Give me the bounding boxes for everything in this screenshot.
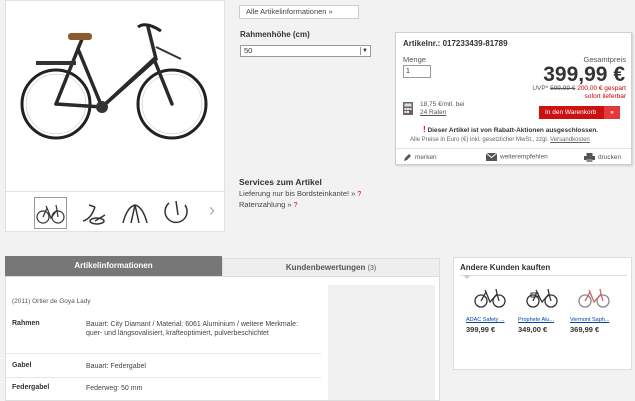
price-fine-print: Alle Preise in Euro (€) inkl. gesetzlich…: [410, 137, 590, 143]
spec-key: Rahmen: [12, 320, 40, 327]
article-info-panel: (2011) Ortler de Goya Lady Rahmen Bauart…: [5, 276, 440, 401]
help-icon[interactable]: ?: [294, 202, 298, 209]
recommended-product[interactable]: ADAC Safety ... 399,99 €: [466, 286, 514, 334]
thumbnail-4[interactable]: [161, 197, 194, 229]
section-pointer: [463, 275, 471, 279]
tab-reviews[interactable]: Kundenbewertungen (3): [222, 258, 440, 276]
quantity-label: Menge: [403, 55, 426, 64]
remember-action[interactable]: merken: [403, 153, 437, 162]
divider: [460, 275, 627, 276]
also-bought-panel: Andere Kunden kauften ADAC Safety ... 39…: [453, 257, 632, 370]
printer-icon: [584, 153, 595, 162]
uvp-line: UVP* 599,99 € 200,00 € gespart: [532, 85, 626, 92]
services-title: Services zum Artikel: [239, 177, 322, 187]
exclamation-icon: !: [423, 125, 426, 134]
frame-size-select[interactable]: 50 ▼: [240, 45, 371, 57]
review-count: (3): [367, 265, 377, 272]
product-image: [526, 288, 558, 308]
thumbnail-3[interactable]: [119, 197, 152, 229]
thumbnail-strip: ›: [6, 191, 226, 232]
spec-row: Federgabel Federweg: 50 mm: [6, 384, 321, 400]
frame-size-value: 50: [244, 46, 253, 55]
recommend-action[interactable]: weiterempfehlen: [485, 152, 548, 161]
all-info-button[interactable]: Alle Artikelinformationen »: [239, 5, 359, 19]
product-image: [474, 288, 506, 308]
service-installment-link[interactable]: Ratenzahlung » ?: [239, 200, 298, 209]
shipping-costs-link[interactable]: Versandkosten: [550, 137, 590, 143]
spec-row: Gabel Bauart: Federgabel: [6, 362, 321, 378]
spec-row: Rahmen Bauart: City Diamant / Material: …: [6, 320, 321, 354]
product-image: [578, 288, 610, 308]
quantity-input[interactable]: 1: [403, 65, 431, 78]
availability-status: sofort lieferbar: [584, 93, 626, 100]
also-bought-title: Andere Kunden kauften: [460, 263, 551, 272]
price: 399,99 €: [543, 63, 625, 86]
spec-key: Federgabel: [12, 384, 50, 391]
product-name-link[interactable]: ADAC Safety ...: [466, 317, 514, 323]
saving-amount: 200,00 € gespart: [577, 85, 626, 92]
discount-warning: ! Dieser Artikel ist von Rabatt-Aktionen…: [423, 125, 599, 134]
product-subtitle: (2011) Ortler de Goya Lady: [12, 298, 91, 305]
spec-value: Bauart: City Diamant / Material: 6061 Al…: [86, 321, 299, 337]
chevron-down-icon: ▼: [360, 47, 369, 55]
product-page: › Alle Artikelinformationen » Rahmenhöhe…: [0, 0, 635, 401]
product-gallery: ›: [5, 0, 226, 232]
installment-info: 18,75 €/mtl. bei 24 Raten: [420, 101, 465, 117]
spec-value: Federweg: 50 mm: [86, 385, 143, 392]
spec-key: Gabel: [12, 362, 32, 369]
buy-box: Artikelnr.: 017233439-81789 Menge 1 Gesa…: [395, 32, 632, 165]
info-side-box: [328, 285, 435, 400]
product-name-link[interactable]: Prophete Alu...: [518, 317, 566, 323]
chevron-right-icon[interactable]: ›: [209, 200, 215, 221]
product-price: 349,00 €: [518, 325, 548, 334]
recommended-product[interactable]: Prophete Alu... 349,00 €: [518, 286, 566, 334]
print-action[interactable]: drucken: [584, 153, 621, 162]
calculator-icon: [403, 102, 413, 115]
frame-size-label: Rahmenhöhe (cm): [240, 30, 310, 39]
article-number: Artikelnr.: 017233439-81789: [403, 39, 508, 48]
service-delivery-link[interactable]: Lieferung nur bis Bordsteinkante! » ?: [239, 189, 361, 198]
uvp-price: 599,99 €: [550, 85, 576, 92]
add-to-cart-button[interactable]: In den Warenkorb »: [539, 106, 620, 119]
product-price: 399,99 €: [466, 325, 496, 334]
recommended-product[interactable]: Vermont Saph... 369,99 €: [570, 286, 618, 334]
product-main-image[interactable]: [16, 9, 216, 149]
spec-value: Bauart: Federgabel: [86, 363, 146, 370]
pencil-icon: [404, 154, 411, 161]
thumbnail-2[interactable]: [79, 197, 112, 229]
chevron-double-right-icon: »: [604, 106, 620, 119]
tab-article-info[interactable]: Artikelinformationen: [5, 256, 222, 281]
envelope-icon: [485, 152, 498, 161]
help-icon[interactable]: ?: [357, 191, 361, 198]
product-price: 369,99 €: [570, 325, 600, 334]
installment-link[interactable]: 24 Raten: [420, 109, 464, 117]
product-name-link[interactable]: Vermont Saph...: [570, 317, 618, 323]
thumbnail-1[interactable]: [34, 197, 67, 229]
buybox-actions: merken weiterempfehlen drucken: [396, 148, 631, 165]
